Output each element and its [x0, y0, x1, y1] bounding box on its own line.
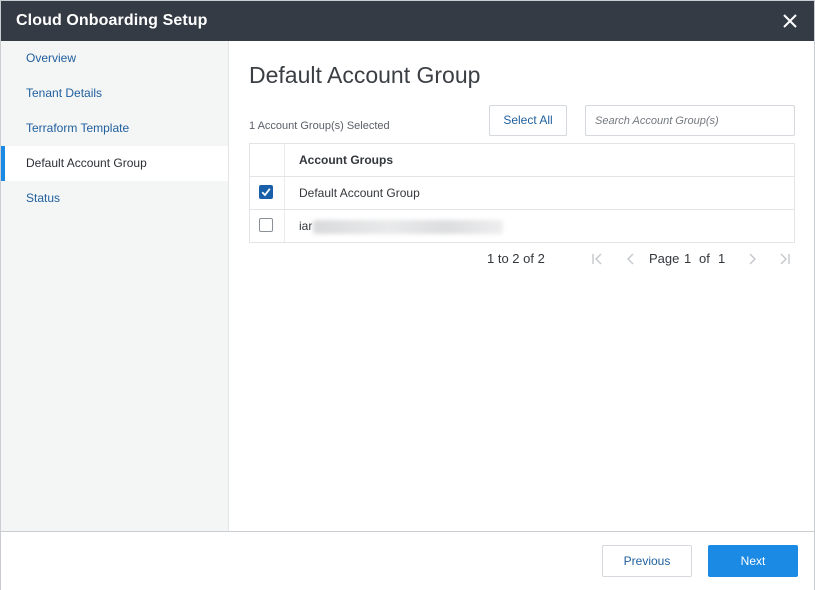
pagination-range: 1 to 2 of 2 [487, 251, 545, 266]
row-check-cell [250, 177, 285, 209]
wizard-sidebar: Overview Tenant Details Terraform Templa… [1, 41, 229, 531]
sidebar-item-tenant-details[interactable]: Tenant Details [1, 76, 228, 111]
last-page-icon[interactable] [778, 251, 792, 267]
row-checkbox[interactable] [259, 218, 273, 232]
table-header-row: Account Groups [250, 144, 794, 176]
table-row[interactable]: Default Account Group [250, 176, 794, 209]
prev-page-icon[interactable] [624, 251, 638, 267]
search-input[interactable] [585, 105, 795, 136]
sidebar-item-default-account-group[interactable]: Default Account Group [1, 146, 228, 181]
next-button[interactable]: Next [708, 545, 798, 577]
pagination-of-label: of [699, 251, 710, 266]
page-title: Default Account Group [249, 62, 481, 88]
redacted-text [313, 219, 504, 234]
dialog-titlebar: Cloud Onboarding Setup [1, 1, 814, 41]
main-panel: Default Account Group 1 Account Group(s)… [229, 41, 814, 531]
pagination-page-label: Page [649, 251, 680, 266]
selected-count-text: 1 Account Group(s) Selected [249, 120, 390, 132]
first-page-icon[interactable] [590, 251, 604, 267]
dialog-footer: Previous Next [1, 531, 814, 590]
pagination-total-pages: 1 [718, 251, 726, 266]
previous-button[interactable]: Previous [602, 545, 692, 577]
onboarding-dialog: Cloud Onboarding Setup Overview Tenant D… [0, 0, 815, 590]
row-name: iar [299, 219, 313, 233]
table-row[interactable]: iar [250, 209, 794, 242]
checkmark-icon [261, 188, 271, 197]
row-name-container: iar [299, 210, 504, 242]
sidebar-item-terraform-template[interactable]: Terraform Template [1, 111, 228, 146]
close-icon[interactable] [780, 11, 800, 31]
row-checkbox[interactable] [259, 185, 273, 199]
header-check-cell [250, 144, 285, 176]
sidebar-item-status[interactable]: Status [1, 181, 228, 216]
row-name: Default Account Group [299, 186, 420, 200]
select-all-button[interactable]: Select All [489, 105, 567, 136]
sidebar-item-overview[interactable]: Overview [1, 41, 228, 76]
pagination-current-page: 1 [684, 251, 692, 266]
dialog-title: Cloud Onboarding Setup [16, 12, 208, 29]
next-page-icon[interactable] [745, 251, 759, 267]
column-header-account-groups[interactable]: Account Groups [299, 144, 393, 176]
account-groups-table: Account Groups Default Account Group iar [249, 143, 795, 243]
row-check-cell [250, 210, 285, 242]
